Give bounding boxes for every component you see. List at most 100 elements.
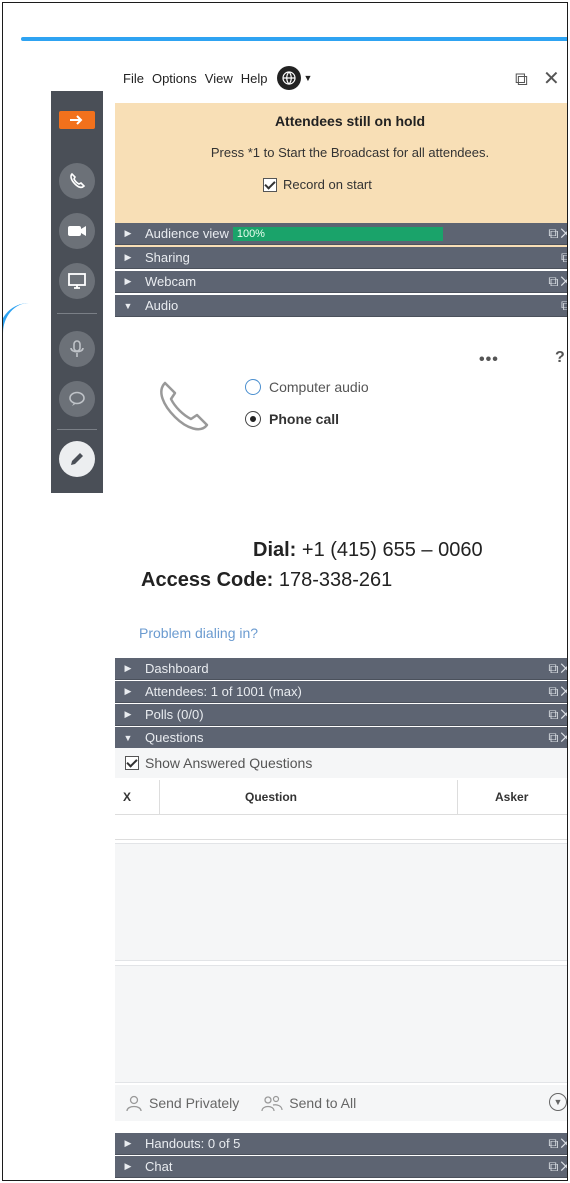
column-question[interactable]: Question bbox=[245, 790, 297, 804]
expand-triangle-icon: ▶ bbox=[124, 1138, 132, 1148]
progress-text: 100% bbox=[236, 227, 265, 240]
window-frame: File Options View Help ▼ ⧉ ✕ Attendees s… bbox=[2, 2, 568, 1181]
expand-triangle-icon: ▶ bbox=[124, 1161, 132, 1171]
user-icon bbox=[126, 1095, 142, 1112]
section-controls[interactable]: ⧉✕ bbox=[548, 660, 567, 677]
collapse-arrow-button[interactable] bbox=[59, 111, 95, 129]
menu-options[interactable]: Options bbox=[152, 71, 197, 86]
expand-triangle-icon: ▶ bbox=[124, 686, 132, 696]
menu-view[interactable]: View bbox=[205, 71, 233, 86]
section-label: Attendees: 1 of 1001 (max) bbox=[145, 684, 302, 699]
control-toolbar bbox=[51, 91, 103, 493]
menu-help[interactable]: Help bbox=[241, 71, 268, 86]
more-options-icon[interactable]: ••• bbox=[479, 351, 499, 369]
section-handouts[interactable]: ▶ Handouts: 0 of 5 ⧉✕ bbox=[115, 1133, 567, 1155]
question-detail-box[interactable]: ^ v bbox=[115, 843, 567, 961]
phone-call-label: Phone call bbox=[269, 411, 340, 427]
column-asker[interactable]: Asker bbox=[495, 790, 528, 804]
phone-icon bbox=[70, 172, 86, 189]
computer-audio-option[interactable]: Computer audio bbox=[245, 379, 369, 395]
section-questions[interactable]: ▼ Questions ⧉✕ bbox=[115, 727, 567, 749]
section-controls[interactable]: ⧉✕ bbox=[548, 683, 567, 700]
audio-phone-button[interactable] bbox=[59, 163, 95, 199]
column-x[interactable]: X bbox=[123, 790, 131, 804]
section-controls[interactable]: ⧉✕ bbox=[548, 729, 567, 746]
restore-icon[interactable]: ⧉ bbox=[561, 297, 567, 314]
globe-icon[interactable] bbox=[277, 66, 302, 90]
chevron-down-icon[interactable]: ▼ bbox=[303, 73, 312, 83]
show-answered-checkbox[interactable]: Show Answered Questions bbox=[115, 748, 567, 778]
section-dashboard[interactable]: ▶ Dashboard ⧉✕ bbox=[115, 658, 567, 680]
dial-label: Dial: bbox=[253, 539, 297, 561]
pencil-icon bbox=[71, 453, 83, 465]
problem-dialing-link[interactable]: Problem dialing in? bbox=[139, 625, 258, 641]
radio-unselected-icon[interactable] bbox=[245, 379, 261, 395]
access-code: Access Code: 178-338-261 bbox=[141, 569, 392, 592]
help-icon[interactable]: ? bbox=[555, 349, 565, 367]
column-divider bbox=[159, 780, 160, 814]
section-sharing[interactable]: ▶ Sharing ⧉ bbox=[115, 247, 567, 269]
expand-triangle-icon: ▶ bbox=[124, 252, 132, 262]
questions-table-header: X Question Asker bbox=[115, 780, 567, 815]
send-privately-button[interactable]: Send Privately bbox=[125, 1094, 239, 1112]
section-label: Audio bbox=[145, 298, 179, 313]
section-audience-view[interactable]: ▶ Audience view 100% ⧉✕ bbox=[115, 223, 567, 245]
options-dropdown-icon[interactable]: ▼ bbox=[549, 1093, 567, 1111]
checkbox-checked-icon[interactable] bbox=[263, 177, 277, 192]
section-controls[interactable]: ⧉✕ bbox=[548, 225, 567, 242]
section-label: Handouts: 0 of 5 bbox=[145, 1136, 241, 1151]
dial-value: +1 (415) 655 – 0060 bbox=[296, 539, 483, 561]
column-divider bbox=[457, 780, 458, 814]
section-webcam[interactable]: ▶ Webcam ⧉✕ bbox=[115, 271, 567, 293]
close-icon[interactable]: ✕ bbox=[543, 66, 560, 91]
section-label: Questions bbox=[145, 730, 204, 745]
screen-share-button[interactable] bbox=[59, 263, 95, 299]
section-attendees[interactable]: ▶ Attendees: 1 of 1001 (max) ⧉✕ bbox=[115, 681, 567, 703]
collapse-triangle-icon: ▼ bbox=[123, 300, 133, 311]
section-controls[interactable]: ⧉✕ bbox=[548, 1135, 567, 1152]
answer-input-box[interactable]: ^ v bbox=[115, 965, 567, 1083]
section-label: Polls (0/0) bbox=[145, 707, 204, 722]
section-label: Sharing bbox=[145, 250, 190, 265]
send-privately-label: Send Privately bbox=[149, 1095, 240, 1111]
webcam-button[interactable] bbox=[59, 213, 95, 249]
section-label: Audience view bbox=[145, 226, 229, 241]
phone-handset-icon bbox=[160, 381, 209, 431]
section-label: Dashboard bbox=[145, 661, 209, 676]
expand-triangle-icon: ▶ bbox=[124, 228, 132, 238]
questions-list[interactable]: ◌ bbox=[115, 815, 567, 840]
monitor-icon bbox=[68, 273, 86, 289]
top-accent-line bbox=[21, 37, 567, 41]
access-value: 178-338-261 bbox=[273, 569, 393, 591]
section-controls[interactable]: ⧉✕ bbox=[548, 273, 567, 290]
section-chat[interactable]: ▶ Chat ⧉✕ bbox=[115, 1156, 567, 1178]
section-controls[interactable]: ⧉✕ bbox=[548, 1158, 567, 1175]
send-to-all-button[interactable]: Send to All bbox=[261, 1094, 356, 1112]
send-to-all-label: Send to All bbox=[289, 1095, 357, 1111]
users-icon bbox=[261, 1095, 283, 1112]
phone-call-option[interactable]: Phone call bbox=[245, 411, 339, 427]
audience-view-progress: 100% bbox=[232, 226, 443, 241]
section-audio[interactable]: ▼ Audio ⧉ bbox=[115, 295, 567, 317]
expand-triangle-icon: ▶ bbox=[124, 276, 132, 286]
checkbox-checked-icon[interactable] bbox=[125, 756, 139, 770]
record-on-start-checkbox[interactable]: Record on start bbox=[263, 177, 372, 192]
microphone-icon bbox=[70, 340, 84, 357]
left-accent-arc bbox=[3, 303, 47, 1180]
speech-bubble-icon bbox=[69, 391, 85, 406]
collapse-triangle-icon: ▼ bbox=[123, 732, 133, 743]
section-controls[interactable]: ⧉✕ bbox=[548, 706, 567, 723]
restore-icon[interactable]: ⧉ bbox=[561, 249, 567, 266]
mute-button[interactable] bbox=[59, 331, 95, 367]
toolbar-divider bbox=[57, 313, 97, 314]
hold-instructions: Press *1 to Start the Broadcast for all … bbox=[210, 145, 490, 160]
expand-triangle-icon: ▶ bbox=[124, 663, 132, 673]
section-polls[interactable]: ▶ Polls (0/0) ⧉✕ bbox=[115, 704, 567, 726]
restore-icon[interactable]: ⧉ bbox=[515, 69, 528, 90]
menu-bar: File Options View Help ▼ ⧉ ✕ bbox=[115, 53, 567, 103]
radio-selected-icon[interactable] bbox=[245, 411, 261, 427]
menu-file[interactable]: File bbox=[123, 71, 144, 86]
chat-toggle-button[interactable] bbox=[59, 381, 95, 417]
draw-tool-button[interactable] bbox=[59, 441, 95, 477]
control-panel: File Options View Help ▼ ⧉ ✕ Attendees s… bbox=[115, 53, 567, 1180]
